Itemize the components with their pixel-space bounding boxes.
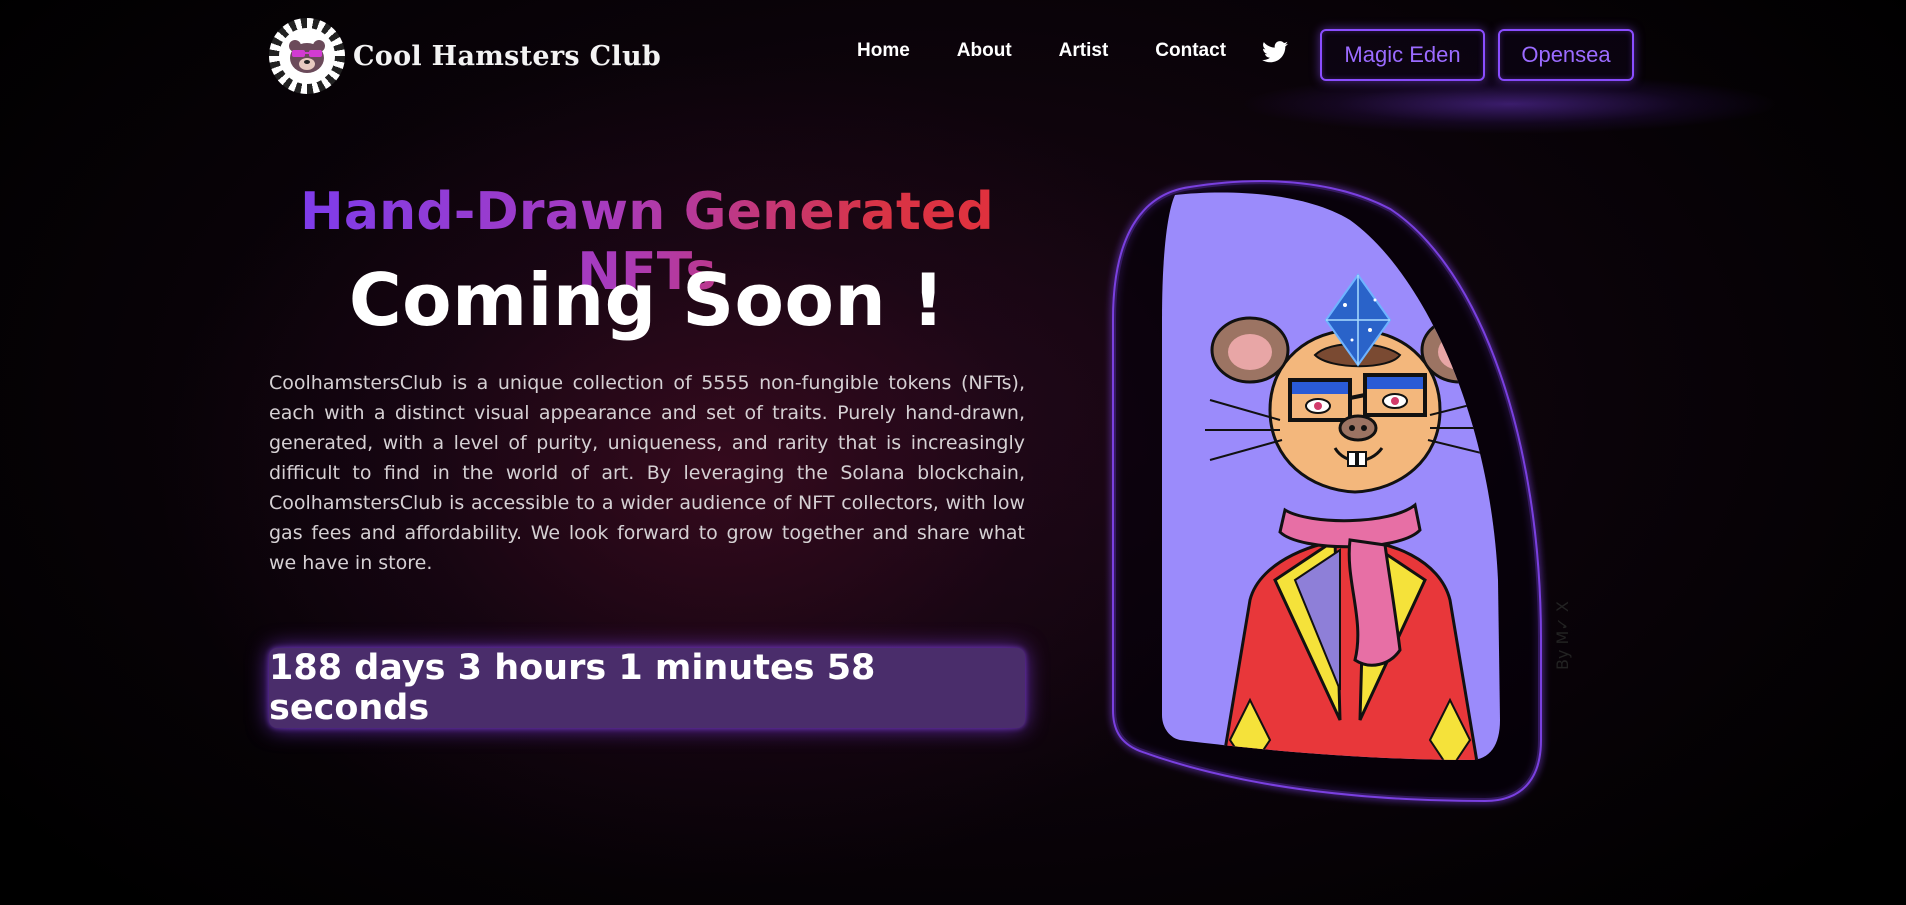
nav-artist[interactable]: Artist	[1059, 40, 1109, 62]
artist-signature: By M✓ X	[1553, 601, 1572, 670]
nav-about[interactable]: About	[957, 40, 1012, 62]
twitter-icon[interactable]	[1262, 41, 1288, 63]
hero-subheadline: Coming Soon !	[348, 258, 946, 342]
magic-eden-button[interactable]: Magic Eden	[1320, 29, 1485, 81]
main-nav: Home About Artist Contact	[857, 40, 1273, 62]
hero-description: CoolhamstersClub is a unique collection …	[269, 372, 1025, 574]
hamster-logo-icon	[269, 18, 345, 94]
countdown-timer: 188 days 3 hours 1 minutes 58 seconds	[269, 648, 1025, 728]
nav-glow-decoration	[1240, 74, 1780, 134]
opensea-button[interactable]: Opensea	[1498, 29, 1634, 81]
nft-artwork: By M✓ X	[1112, 180, 1572, 803]
nav-contact[interactable]: Contact	[1155, 40, 1226, 62]
brand-logo[interactable]: Cool Hamsters Club	[269, 18, 661, 94]
nav-home[interactable]: Home	[857, 40, 910, 62]
brand-name: Cool Hamsters Club	[353, 40, 662, 72]
landing-page: Cool Hamsters Club Home About Artist Con…	[0, 0, 1906, 905]
